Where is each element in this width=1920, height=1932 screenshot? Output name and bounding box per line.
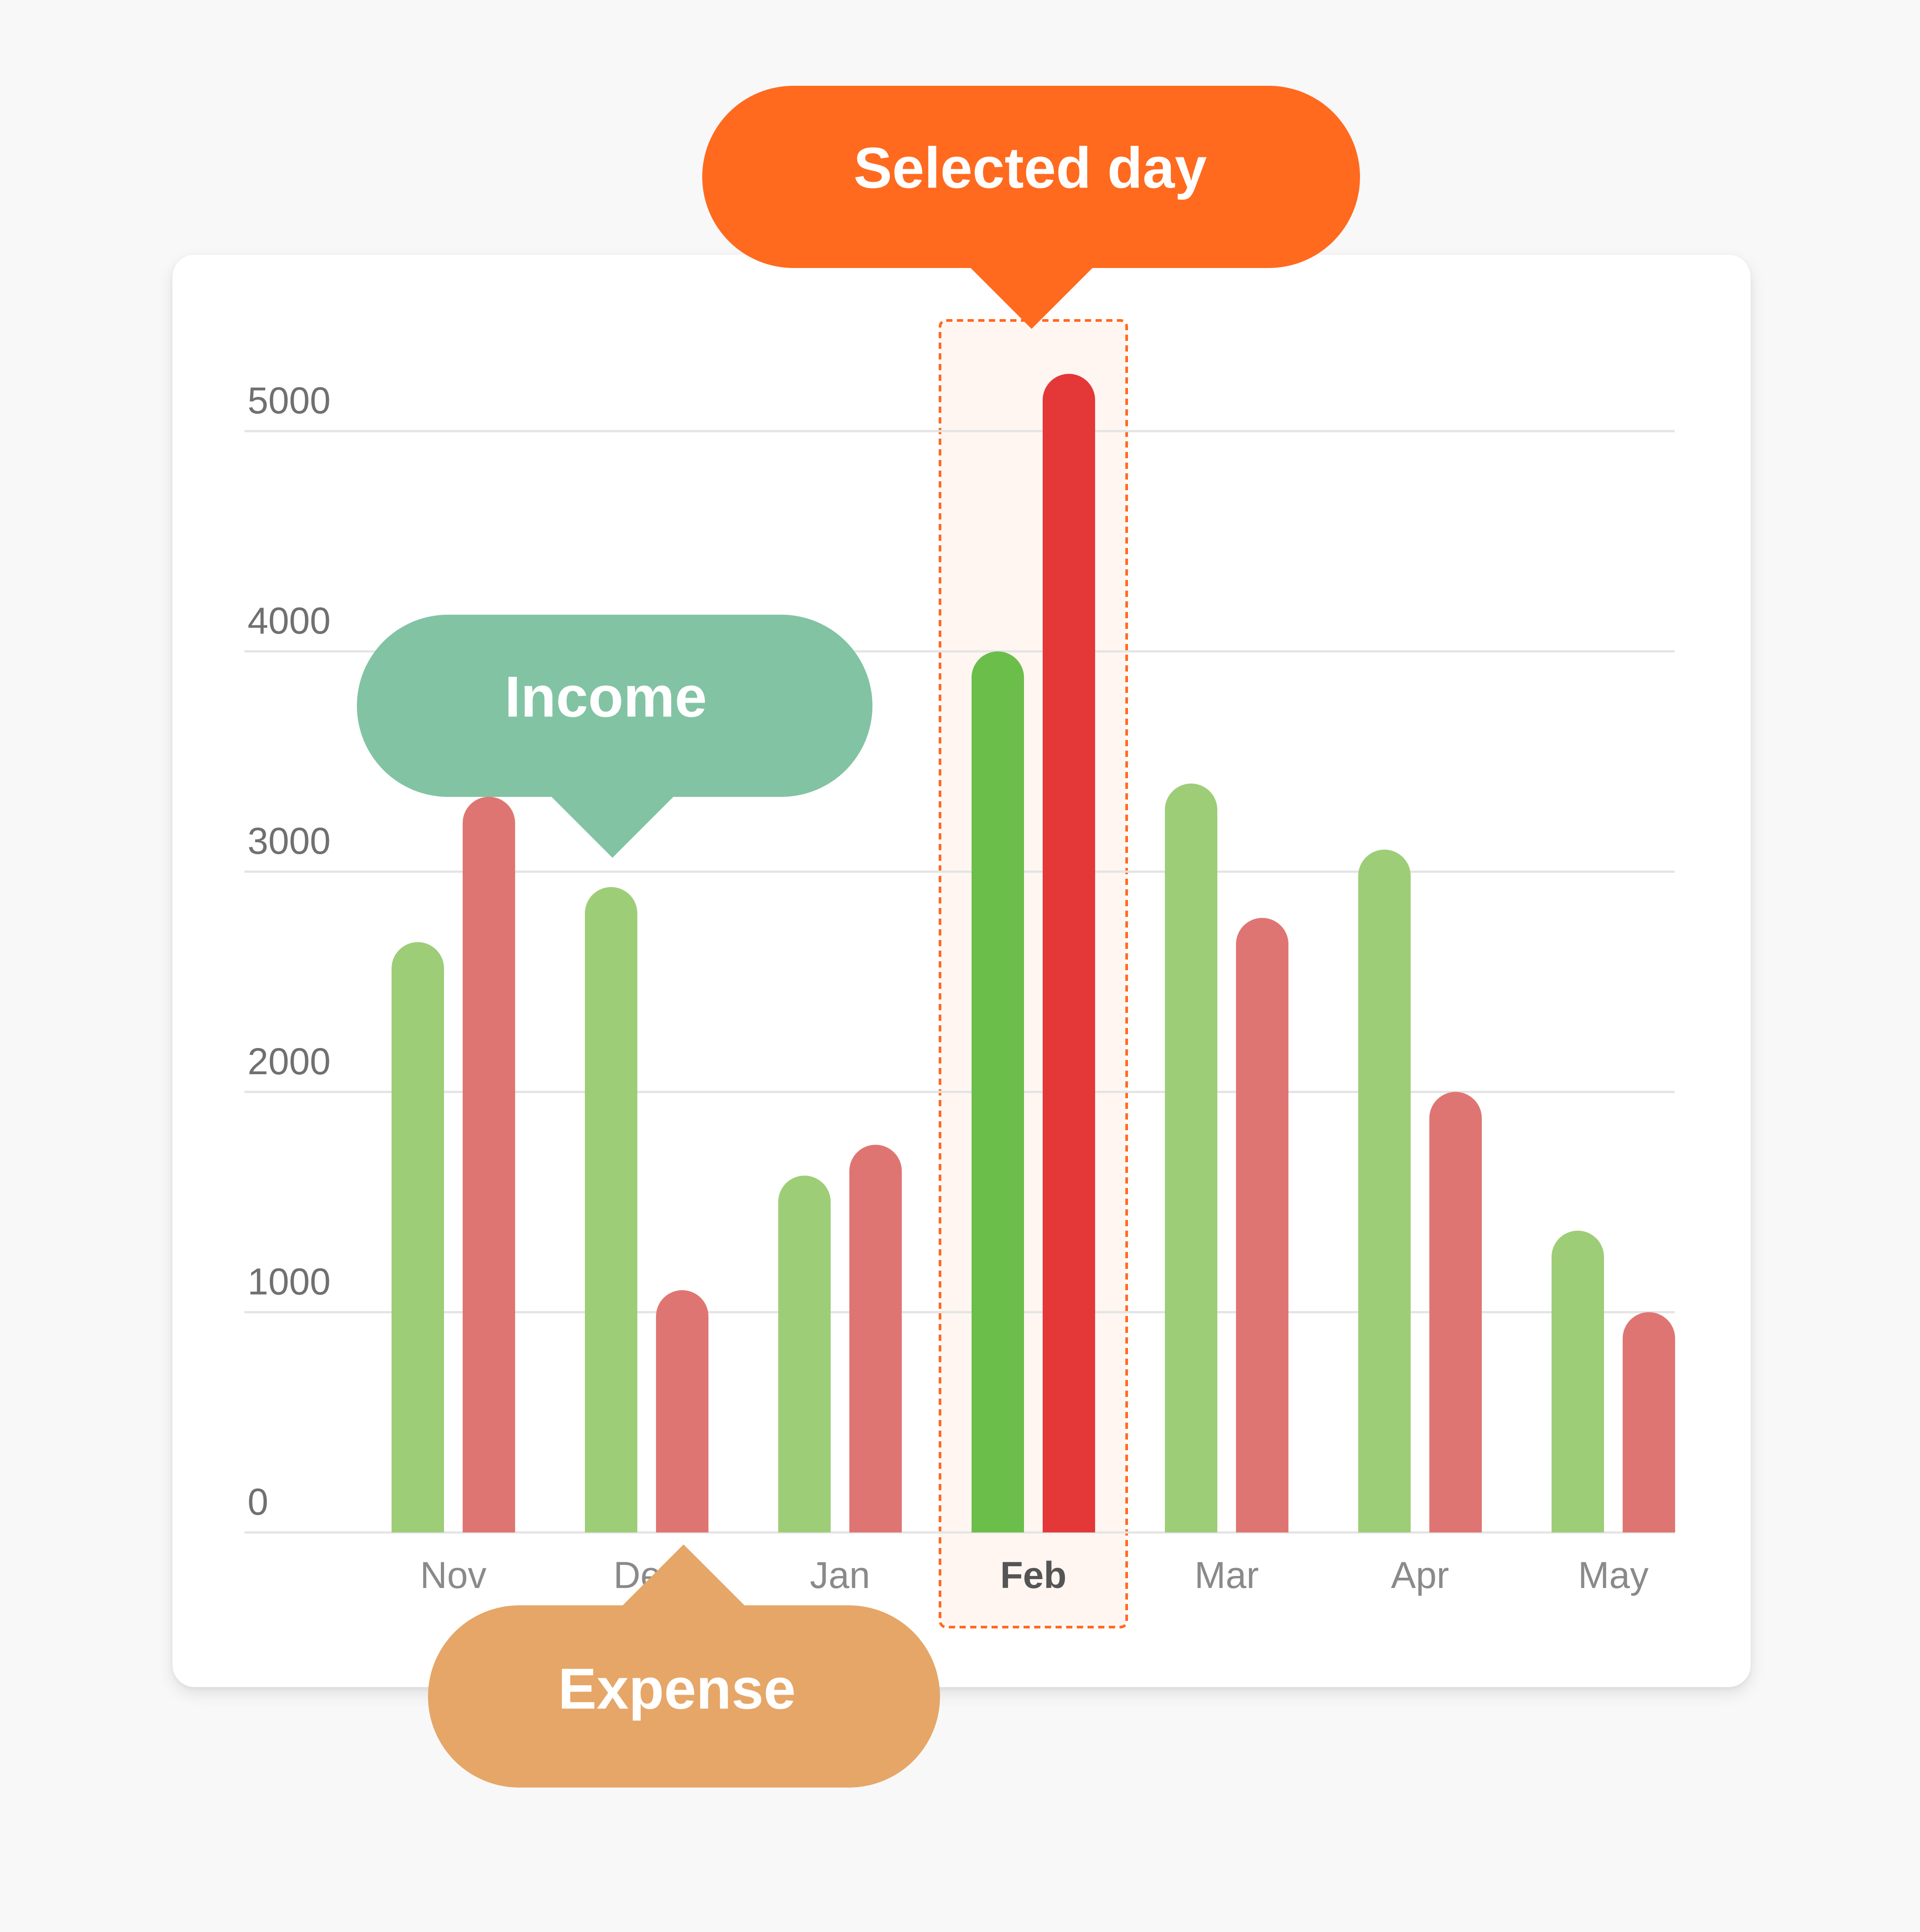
expense-bar-jan[interactable] — [849, 1144, 902, 1532]
selected-day-highlight[interactable] — [939, 319, 1128, 1628]
income-bar-nov[interactable] — [392, 942, 444, 1532]
y-tick-label: 2000 — [248, 1040, 331, 1082]
x-tick-label-nov[interactable]: Nov — [420, 1554, 486, 1596]
expense-bar-nov[interactable] — [463, 796, 515, 1532]
expense-bar-apr[interactable] — [1429, 1092, 1482, 1532]
income-bar-may[interactable] — [1552, 1231, 1604, 1532]
y-tick-label: 0 — [248, 1481, 268, 1523]
x-tick-label-feb[interactable]: Feb — [1000, 1554, 1066, 1596]
expense-bar-may[interactable] — [1623, 1312, 1675, 1532]
x-tick-label-may[interactable]: May — [1578, 1554, 1649, 1596]
expense-bar-feb[interactable] — [1043, 374, 1095, 1532]
x-tick-label-apr[interactable]: Apr — [1391, 1554, 1449, 1596]
income-bar-mar[interactable] — [1165, 783, 1217, 1532]
x-tick-label-mar[interactable]: Mar — [1195, 1554, 1259, 1596]
income-bar-apr[interactable] — [1358, 849, 1411, 1532]
y-tick-label: 1000 — [248, 1260, 331, 1302]
income-bar-feb[interactable] — [972, 651, 1024, 1532]
expense-bar-mar[interactable] — [1236, 918, 1288, 1532]
y-tick-label: 4000 — [248, 600, 331, 642]
x-tick-label-jan[interactable]: Jan — [810, 1554, 870, 1596]
y-tick-label: 5000 — [248, 380, 331, 421]
income-bar-dec[interactable] — [585, 887, 637, 1532]
y-tick-label: 3000 — [248, 820, 331, 862]
expense-bar-dec[interactable] — [656, 1290, 708, 1532]
income-bar-jan[interactable] — [778, 1176, 831, 1532]
bar-chart: 0 1000 2000 3000 4000 5000 Nov Dec Jan Feb Mar Apr… — [244, 319, 1675, 1628]
x-tick-label-dec[interactable]: Dec — [613, 1554, 680, 1596]
